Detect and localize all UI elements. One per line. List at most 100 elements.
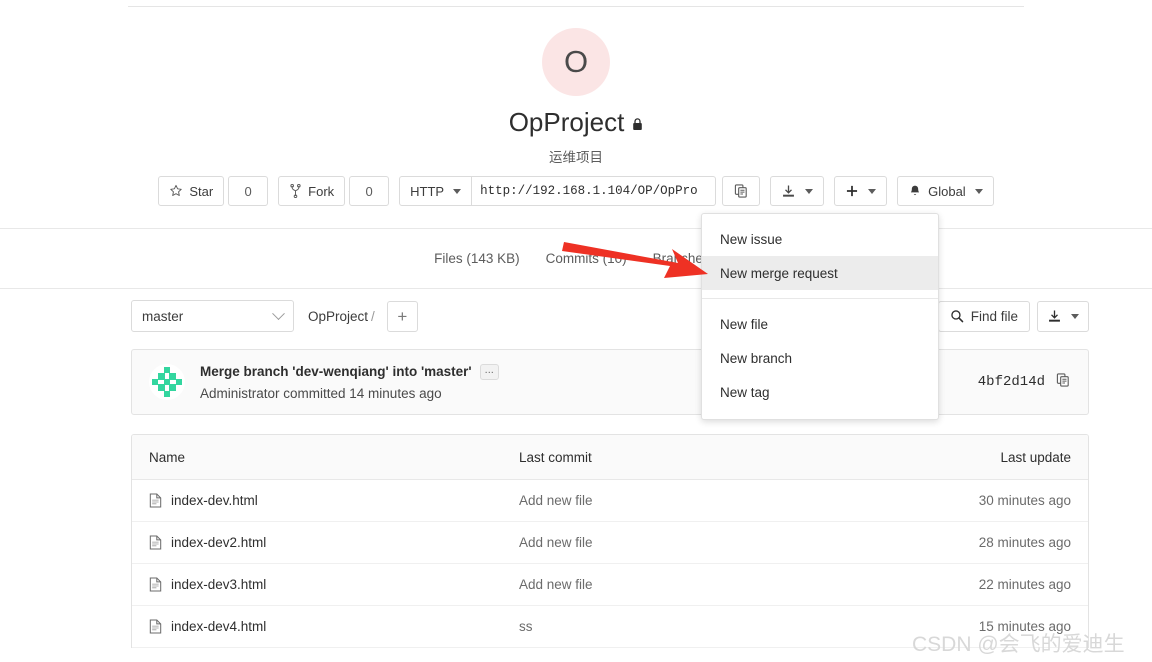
search-icon: [950, 310, 964, 323]
menu-item-new-branch[interactable]: New branch: [702, 341, 938, 375]
stat-files[interactable]: Files (143 KB): [434, 251, 520, 266]
clone-url-value: http://192.168.1.104/OP/OpPro: [480, 184, 698, 198]
file-update-cell: 28 minutes ago: [978, 535, 1071, 550]
file-commit-cell[interactable]: Add new file: [519, 577, 911, 592]
star-count[interactable]: 0: [228, 176, 269, 206]
file-commit-cell[interactable]: Add new file: [519, 535, 911, 550]
table-row[interactable]: index-dev2.html Add new file 28 minutes …: [132, 522, 1088, 564]
file-table-header: Name Last commit Last update: [132, 435, 1088, 480]
top-divider: [128, 6, 1024, 7]
last-commit-meta: Administrator committed 14 minutes ago: [200, 385, 442, 401]
last-commit-text: Merge branch 'dev-wenqiang' into 'master…: [200, 363, 499, 401]
fork-icon: [290, 184, 301, 198]
clone-protocol-label: HTTP: [410, 183, 445, 199]
file-update-cell: 22 minutes ago: [978, 577, 1071, 592]
chevron-down-icon: [805, 188, 814, 194]
table-row[interactable]: index-dev3.html Add new file 22 minutes …: [132, 564, 1088, 606]
plus-icon: +: [397, 306, 408, 326]
file-name-cell[interactable]: index-dev2.html: [149, 535, 519, 550]
download-icon: [1049, 310, 1060, 322]
stats-bottom-divider: [0, 288, 1152, 289]
file-name-cell[interactable]: index-dev.html: [149, 493, 519, 508]
file-update-cell: 30 minutes ago: [978, 493, 1071, 508]
commit-expand-button[interactable]: ...: [479, 363, 499, 380]
notification-dropdown[interactable]: Global: [897, 176, 994, 206]
add-to-tree-button[interactable]: +: [386, 300, 418, 332]
star-group: Star 0: [158, 176, 269, 206]
star-button[interactable]: Star: [158, 176, 225, 206]
menu-item-new-issue[interactable]: New issue: [702, 222, 938, 256]
chevron-down-icon: [272, 306, 285, 320]
menu-item-new-file[interactable]: New file: [702, 307, 938, 341]
project-page: O OpProject 运维项目 Star 0 Fork 0 HTTP http…: [0, 0, 1152, 662]
new-item-dropdown-menu: New issue New merge request New file New…: [701, 213, 939, 420]
copy-icon: [1056, 372, 1069, 387]
fork-button[interactable]: Fork: [278, 176, 346, 206]
project-header: O OpProject 运维项目: [0, 14, 1152, 166]
breadcrumb: OpProject /: [308, 309, 375, 324]
file-name-label: index-dev2.html: [171, 535, 267, 550]
download-icon: [783, 185, 795, 197]
file-table: Name Last commit Last update index-dev.h…: [131, 434, 1089, 648]
lock-icon: [632, 118, 643, 131]
menu-item-new-tag[interactable]: New tag: [702, 375, 938, 409]
last-commit-message[interactable]: Merge branch 'dev-wenqiang' into 'master…: [200, 364, 472, 379]
fork-label: Fork: [308, 183, 335, 199]
file-name-cell[interactable]: index-dev4.html: [149, 619, 519, 634]
project-action-row: Star 0 Fork 0 HTTP http://192.168.1.104/…: [0, 176, 1152, 206]
file-name-label: index-dev.html: [171, 493, 258, 508]
column-header-last-update: Last update: [1000, 449, 1071, 465]
file-icon: [149, 577, 162, 592]
page-title: OpProject: [508, 107, 625, 137]
column-header-name: Name: [149, 449, 186, 465]
file-name-cell[interactable]: index-dev3.html: [149, 577, 519, 592]
repo-toolbar-right: Find file: [937, 300, 1089, 332]
copy-icon: [734, 184, 747, 198]
avatar: [149, 364, 185, 400]
table-row[interactable]: index-dev.html Add new file 30 minutes a…: [132, 480, 1088, 522]
fork-group: Fork 0: [278, 176, 390, 206]
chevron-down-icon: [453, 188, 462, 194]
project-avatar: O: [542, 28, 610, 96]
star-label: Star: [189, 183, 214, 199]
menu-item-new-merge-request[interactable]: New merge request: [702, 256, 938, 290]
last-commit-sha-group: 4bf2d14d: [978, 372, 1071, 393]
file-icon: [149, 493, 162, 508]
file-icon: [149, 535, 162, 550]
download-repo-dropdown[interactable]: [1037, 300, 1089, 332]
chevron-down-icon: [868, 188, 877, 194]
star-icon: [170, 184, 183, 196]
last-commit-box: Merge branch 'dev-wenqiang' into 'master…: [131, 349, 1089, 415]
copy-sha-button[interactable]: [1056, 372, 1071, 393]
chevron-down-icon: [974, 188, 983, 194]
file-name-label: index-dev3.html: [171, 577, 267, 592]
chevron-down-icon: [1071, 313, 1079, 319]
clone-protocol-dropdown[interactable]: HTTP: [399, 176, 473, 206]
project-stats-bar: Files (143 KB) Commits (10) Branches (: [0, 229, 1152, 288]
file-name-label: index-dev4.html: [171, 619, 267, 634]
project-description: 运维项目: [549, 149, 603, 165]
bell-icon: [910, 185, 920, 195]
project-title-row: OpProject: [0, 108, 1152, 137]
column-header-last-commit: Last commit: [519, 449, 592, 465]
plus-icon: [847, 185, 858, 197]
repo-toolbar: master OpProject / + Find file: [131, 300, 1089, 332]
breadcrumb-project[interactable]: OpProject: [308, 309, 368, 324]
fork-count[interactable]: 0: [349, 176, 390, 206]
copy-url-button[interactable]: [722, 176, 761, 206]
stat-commits[interactable]: Commits (10): [546, 251, 627, 266]
branch-selector-label: master: [142, 308, 184, 324]
file-commit-cell[interactable]: Add new file: [519, 493, 911, 508]
commit-sha[interactable]: 4bf2d14d: [978, 374, 1045, 390]
watermark: CSDN @会飞的爱迪生: [912, 633, 1125, 656]
new-item-dropdown-button[interactable]: [834, 176, 888, 206]
menu-divider: [702, 298, 938, 299]
download-source-dropdown[interactable]: [770, 176, 825, 206]
find-file-button[interactable]: Find file: [937, 300, 1030, 332]
project-avatar-letter: O: [563, 44, 589, 79]
clone-url-input[interactable]: http://192.168.1.104/OP/OpPro: [472, 176, 717, 206]
file-commit-cell[interactable]: ss: [519, 619, 911, 634]
notification-label: Global: [928, 183, 966, 199]
file-icon: [149, 619, 162, 634]
branch-selector[interactable]: master: [131, 300, 294, 332]
